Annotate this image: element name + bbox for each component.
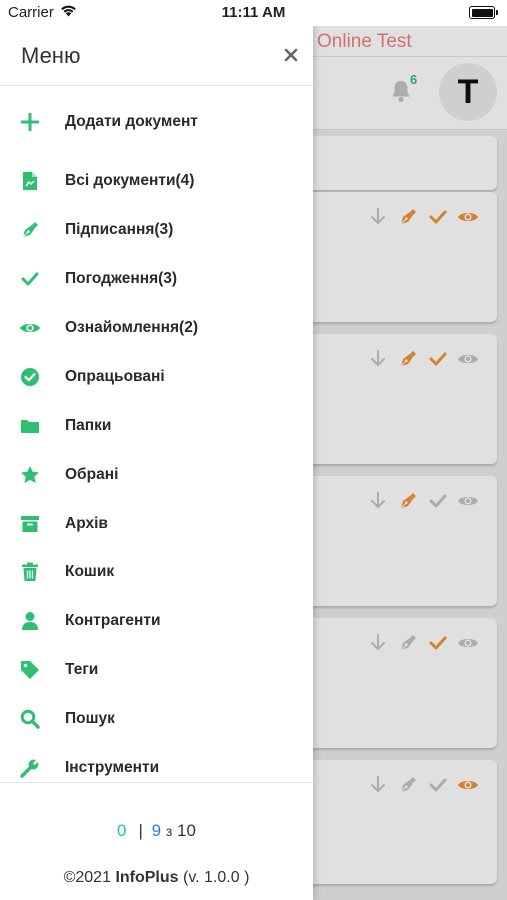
menu-item-label: Ознайомлення(2) xyxy=(65,319,198,336)
battery-icon xyxy=(469,6,498,19)
menu-item-search[interactable]: Пошук xyxy=(0,699,313,739)
menu-item-label: Теги xyxy=(65,661,99,678)
menu-item-favorites[interactable]: Обрані xyxy=(0,455,313,495)
menu-item-label: Всі документи(4) xyxy=(65,172,195,189)
menu-item-trash[interactable]: Кошик xyxy=(0,552,313,592)
pager-total: 10 xyxy=(177,821,196,840)
check-icon xyxy=(19,268,41,290)
menu-item-signing[interactable]: Підписання(3) xyxy=(0,210,313,250)
pager: 0 | 9 з 10 xyxy=(0,821,313,841)
brand-name: InfoPlus xyxy=(115,869,179,886)
menu-item-label: Обрані xyxy=(65,466,119,483)
drawer-footer: 0 | 9 з 10 ©2021 InfoPlus (v. 1.0.0 ) xyxy=(0,782,313,900)
menu-item-approval[interactable]: Погодження(3) xyxy=(0,259,313,299)
menu-item-folders[interactable]: Папки xyxy=(0,406,313,446)
menu-item-label: Додати документ xyxy=(65,113,198,130)
pager-current[interactable]: 0 xyxy=(117,821,126,840)
menu-item-label: Погодження(3) xyxy=(65,270,178,287)
star-icon xyxy=(19,464,41,486)
drawer-header: Меню xyxy=(0,26,313,86)
document-icon xyxy=(19,170,41,192)
pager-separator: | xyxy=(138,821,143,840)
wrench-icon xyxy=(19,757,41,779)
menu-item-review[interactable]: Ознайомлення(2) xyxy=(0,308,313,348)
menu-item-label: Опрацьовані xyxy=(65,368,165,385)
menu-item-label: Архів xyxy=(65,515,108,532)
copyright-year: ©2021 xyxy=(63,869,111,886)
menu-item-add-document[interactable]: Додати документ xyxy=(0,102,313,142)
copyright: ©2021 InfoPlus (v. 1.0.0 ) xyxy=(0,869,313,887)
menu-item-label: Пошук xyxy=(65,710,115,727)
pager-of: з xyxy=(165,823,173,839)
menu-item-label: Контрагенти xyxy=(65,612,161,629)
user-icon xyxy=(19,610,41,632)
app-version: (v. 1.0.0 ) xyxy=(183,869,250,886)
drawer-title: Меню xyxy=(21,43,81,68)
menu-item-all-documents[interactable]: Всі документи(4) xyxy=(0,161,313,201)
tag-icon xyxy=(19,659,41,681)
pen-icon xyxy=(19,219,41,241)
menu-item-label: Папки xyxy=(65,417,112,434)
check-circle-icon xyxy=(19,366,41,388)
status-bar: Carrier 11:11 AM xyxy=(0,0,507,26)
eye-icon xyxy=(19,317,41,339)
search-icon xyxy=(19,708,41,730)
menu-item-label: Інструменти xyxy=(65,759,160,776)
side-drawer: Меню Додати документ Всі документи(4) Пі… xyxy=(0,26,313,900)
menu-item-tags[interactable]: Теги xyxy=(0,650,313,690)
clock: 11:11 AM xyxy=(221,4,286,21)
menu-item-label: Кошик xyxy=(65,563,115,580)
pager-page[interactable]: 9 xyxy=(152,821,161,840)
menu-item-counterparties[interactable]: Контрагенти xyxy=(0,601,313,641)
menu-item-archive[interactable]: Архів xyxy=(0,504,313,544)
close-icon[interactable] xyxy=(281,45,301,65)
folder-icon xyxy=(19,415,41,437)
menu-item-processed[interactable]: Опрацьовані xyxy=(0,357,313,397)
archive-icon xyxy=(19,513,41,535)
trash-icon xyxy=(19,561,41,583)
menu-item-label: Підписання(3) xyxy=(65,221,174,238)
plus-icon xyxy=(19,111,41,133)
drawer-overlay[interactable] xyxy=(313,26,507,900)
